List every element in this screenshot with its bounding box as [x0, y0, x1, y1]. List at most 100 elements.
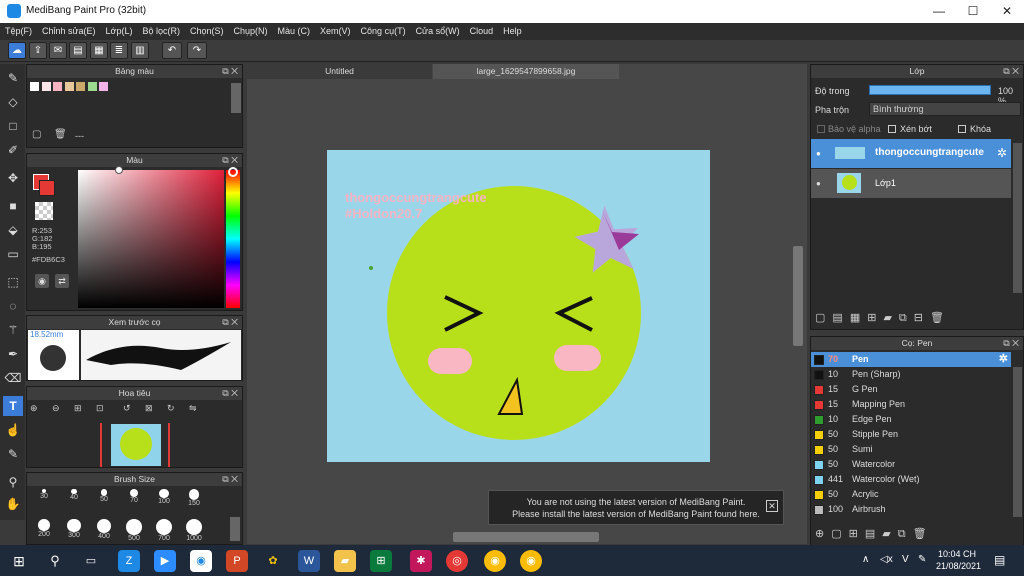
fit-icon[interactable]: ⊞ — [74, 403, 82, 414]
menu-edit[interactable]: Chỉnh sửa(E) — [37, 23, 101, 40]
brush-size-cell[interactable]: 500 — [119, 517, 149, 547]
vertical-scrollbar[interactable] — [793, 246, 803, 346]
brush-size-cell[interactable]: 150 — [179, 487, 209, 517]
brush-size-cell[interactable]: 100 — [149, 487, 179, 517]
gradient-icon[interactable]: ▭ — [3, 244, 23, 264]
brush-item[interactable]: 50 Acrylic — [811, 487, 1011, 502]
scrollbar[interactable] — [1013, 367, 1022, 517]
brush-item[interactable]: 441 Watercolor (Wet) — [811, 472, 1011, 487]
divide-icon[interactable]: ✎ — [3, 444, 23, 464]
merge-icon[interactable]: ⊟ — [914, 312, 930, 324]
tab-image[interactable]: large_1629547899658.jpg — [433, 64, 619, 79]
close-icon[interactable]: ✕ — [990, 0, 1024, 23]
cloud-icon[interactable]: ☁ — [8, 42, 26, 59]
brush-item[interactable]: 50 Sumi — [811, 442, 1011, 457]
zoom-in-icon[interactable]: ⊕ — [30, 403, 38, 414]
file-explorer-icon[interactable]: ▰ — [334, 550, 356, 572]
brush-size-cell[interactable]: 50 — [89, 487, 119, 517]
brush-size-cell[interactable]: 40 — [59, 487, 89, 517]
brush-size-cell[interactable]: 70 — [119, 487, 149, 517]
clip-checkbox[interactable] — [888, 125, 896, 133]
panel-close-icon[interactable]: ⧉ ✕ — [1003, 65, 1019, 78]
menu-select[interactable]: Chọn(S) — [185, 23, 229, 40]
menu-layer[interactable]: Lớp(L) — [101, 23, 138, 40]
brush-tool-icon[interactable]: ✎ — [3, 68, 23, 88]
menu-filter[interactable]: Bộ lọc(R) — [137, 23, 185, 40]
recorder-icon[interactable]: ◎ — [446, 550, 468, 572]
add-brush-icon[interactable]: ⊕ — [815, 528, 831, 540]
pen-tray-icon[interactable]: ✎ — [918, 554, 926, 565]
brush-item[interactable]: 70 Pen ✲ — [811, 352, 1011, 367]
menu-tools[interactable]: Công cụ(T) — [356, 23, 411, 40]
operation-icon[interactable]: ☝ — [3, 420, 23, 440]
gear-icon[interactable]: ✲ — [997, 146, 1007, 160]
brush-item[interactable]: 15 Mapping Pen — [811, 397, 1011, 412]
undo-icon[interactable]: ↶ — [162, 42, 182, 59]
protect-alpha-checkbox[interactable] — [817, 125, 825, 133]
brush-item[interactable]: 100 Airbrush — [811, 502, 1011, 517]
layer-item[interactable]: ● Lớp1 — [811, 169, 1011, 198]
blend-select[interactable]: Bình thường — [869, 102, 1021, 116]
eyedropper-icon[interactable]: ⚲ — [3, 472, 23, 492]
scrollbar[interactable] — [231, 83, 241, 113]
palette-swatch[interactable] — [41, 82, 51, 91]
brush-settings-icon[interactable]: ▤ — [865, 528, 882, 540]
menu-help[interactable]: Help — [498, 23, 527, 40]
panel-close-icon[interactable]: ⧉ ✕ — [222, 387, 238, 400]
folder-icon[interactable]: ▰ — [882, 528, 897, 540]
medibang-icon[interactable]: ◉ — [190, 550, 212, 572]
gear-icon[interactable]: ✲ — [999, 352, 1008, 367]
new-layer-8bit-icon[interactable]: ▤ — [832, 312, 849, 324]
visibility-icon[interactable]: ● — [816, 179, 821, 188]
layer-item[interactable]: ● thongoccungtrangcute ✲ — [811, 139, 1011, 168]
brush-item[interactable]: 10 Pen (Sharp) — [811, 367, 1011, 382]
menu-color[interactable]: Màu (C) — [273, 23, 316, 40]
palette-swatch[interactable] — [99, 82, 109, 91]
menu-cloud[interactable]: Cloud — [465, 23, 499, 40]
brush-item[interactable]: 10 Edge Pen — [811, 412, 1011, 427]
share-icon[interactable]: ⇪ — [29, 42, 47, 59]
delete-brush-icon[interactable]: 🗑 — [913, 528, 934, 540]
grid-icon[interactable]: ▥ — [131, 42, 149, 59]
transparent-color[interactable] — [35, 202, 53, 220]
page-icon[interactable]: ▦ — [90, 42, 108, 59]
brush-size-cell[interactable]: 30 — [29, 487, 59, 517]
delete-palette-icon[interactable]: 🗑 — [54, 129, 67, 140]
new-palette-icon[interactable]: ▢ — [32, 129, 41, 140]
new-layer-1bit-icon[interactable]: ▦ — [850, 312, 867, 324]
new-layer-icon[interactable]: ▢ — [815, 312, 832, 324]
blur-tool-icon[interactable]: ✐ — [3, 140, 23, 160]
zoom-out-icon[interactable]: ⊖ — [52, 403, 60, 414]
visibility-icon[interactable]: ● — [816, 149, 821, 158]
brush-size-cell[interactable]: 700 — [149, 517, 179, 547]
hue-slider[interactable] — [226, 170, 240, 308]
chrome-icon[interactable]: ◉ — [484, 550, 506, 572]
windows-start-icon[interactable]: ⊞ — [8, 550, 30, 572]
palette-swatch[interactable] — [76, 82, 86, 91]
minimize-icon[interactable]: — — [922, 0, 956, 23]
rotate-left-icon[interactable]: ↺ — [123, 403, 131, 414]
menu-view[interactable]: Xem(V) — [315, 23, 356, 40]
panel-close-icon[interactable]: ⧉ ✕ — [1003, 337, 1019, 350]
volume-icon[interactable]: ◁x — [880, 554, 893, 565]
brush-size-cell[interactable]: 300 — [59, 517, 89, 547]
list-icon[interactable]: ≣ — [110, 42, 128, 59]
panel-close-icon[interactable]: ⧉ ✕ — [222, 154, 238, 167]
panel-close-icon[interactable]: ⧉ ✕ — [222, 65, 238, 78]
brush-menu-icon[interactable]: ⊞ — [849, 528, 865, 540]
app-icon-pink[interactable]: ✱ — [410, 550, 432, 572]
word-icon[interactable]: W — [298, 550, 320, 572]
text-tool-icon[interactable]: T — [3, 396, 23, 416]
task-view-icon[interactable]: ▭ — [80, 550, 102, 572]
horizontal-scrollbar[interactable] — [453, 532, 599, 542]
tray-arrow-icon[interactable]: ∧ — [862, 554, 869, 565]
folder-icon[interactable]: ▰ — [883, 312, 898, 324]
palette-swatch[interactable] — [53, 82, 63, 91]
picker-handle[interactable] — [115, 166, 123, 174]
brush-size-cell[interactable]: 400 — [89, 517, 119, 547]
background-color[interactable] — [39, 180, 55, 196]
brush-item[interactable]: 15 G Pen — [811, 382, 1011, 397]
rotate-right-icon[interactable]: ↻ — [167, 403, 175, 414]
select-pen-icon[interactable]: ✒ — [3, 344, 23, 364]
menu-window[interactable]: Cửa sổ(W) — [411, 23, 465, 40]
